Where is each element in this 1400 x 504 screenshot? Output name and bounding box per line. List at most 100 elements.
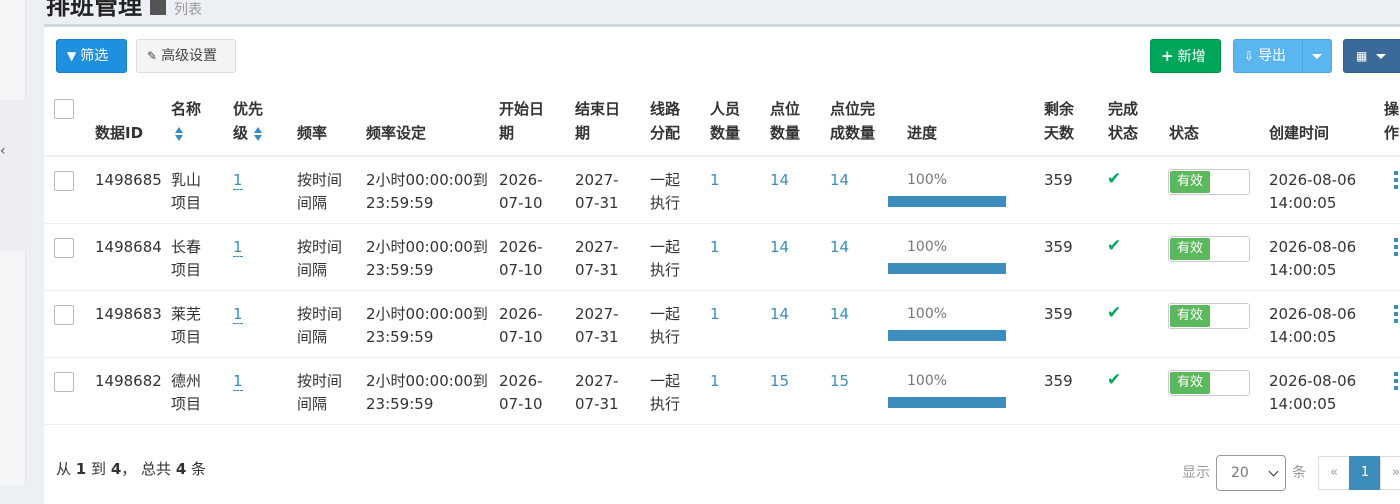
col-created-time[interactable]: 创建时间 (1269, 121, 1329, 145)
export-dropdown-toggle[interactable] (1302, 39, 1332, 73)
cell-route-l2: 执行 (650, 328, 681, 346)
progress-text: 100% (907, 239, 948, 255)
cell-created-time: 2026-08-06 14:00:05 (1269, 303, 1356, 349)
col-priority[interactable]: 优先 级 (233, 97, 263, 145)
col-progress[interactable]: 进度 (907, 121, 937, 145)
chevron-left-icon[interactable]: ‹ (0, 143, 6, 159)
col-complete-status[interactable]: 完成 状态 (1108, 97, 1138, 145)
status-toggle[interactable]: 有效 (1168, 370, 1250, 396)
cell-frequency: 按时间 间隔 (297, 303, 342, 349)
cell-priority[interactable]: 1 (233, 236, 243, 259)
col-priority-l1: 优先 (233, 100, 264, 118)
cell-done-link[interactable]: 14 (830, 236, 849, 259)
cell-people-link[interactable]: 1 (710, 370, 720, 393)
more-actions-icon[interactable] (1394, 305, 1398, 323)
cell-done-link[interactable]: 14 (830, 169, 849, 192)
page-size-select[interactable]: 20 (1216, 455, 1286, 491)
col-points-done[interactable]: 点位完 成数量 (830, 97, 875, 145)
cell-done-link[interactable]: 15 (830, 370, 849, 393)
cell-priority[interactable]: 1 (233, 370, 243, 393)
sort-icon[interactable] (175, 126, 183, 141)
priority-editable[interactable]: 1 (233, 239, 243, 257)
cell-fs-l1: 2小时00:00:00到 (366, 171, 488, 189)
columns-toggle-button[interactable]: ▦ (1343, 39, 1400, 73)
col-points[interactable]: 点位 数量 (770, 97, 800, 145)
cell-people-link[interactable]: 1 (710, 303, 720, 326)
col-frequency[interactable]: 频率 (297, 121, 327, 145)
more-actions-icon[interactable] (1394, 238, 1398, 256)
cell-start-l1: 2026- (499, 171, 543, 189)
add-button[interactable]: + 新增 (1150, 39, 1221, 73)
summary-from: 1 (75, 460, 87, 478)
cell-points-link[interactable]: 14 (770, 169, 789, 192)
cell-start-l2: 07-10 (499, 395, 543, 413)
cell-points-link[interactable]: 14 (770, 236, 789, 259)
sidebar-nav-block[interactable] (0, 100, 26, 250)
cell-fs-l1: 2小时00:00:00到 (366, 305, 488, 323)
cell-route-l2: 执行 (650, 395, 681, 413)
col-end-l1: 结束日 (575, 100, 621, 118)
cell-freq-l2: 间隔 (297, 395, 328, 413)
cell-frequency-setting: 2小时00:00:00到 23:59:59 (366, 169, 488, 215)
cell-points-link[interactable]: 14 (770, 303, 789, 326)
col-start-date[interactable]: 开始日 期 (499, 97, 544, 145)
col-end-date[interactable]: 结束日 期 (575, 97, 620, 145)
priority-editable[interactable]: 1 (233, 306, 243, 324)
col-route[interactable]: 线路 分配 (650, 97, 680, 145)
cell-remaining-days: 359 (1044, 305, 1073, 323)
status-toggle-label: 有效 (1170, 372, 1210, 394)
filter-button-label: 筛选 (80, 48, 109, 64)
status-toggle[interactable]: 有效 (1168, 236, 1250, 262)
status-toggle[interactable]: 有效 (1168, 303, 1250, 329)
wrench-icon: ✎ (147, 49, 158, 63)
col-status[interactable]: 状态 (1169, 121, 1199, 145)
filter-button[interactable]: ▼ 筛选 (56, 39, 127, 73)
cell-points-link[interactable]: 15 (770, 370, 789, 393)
cell-created-time: 2026-08-06 14:00:05 (1269, 370, 1356, 416)
cell-route-l2: 执行 (650, 194, 681, 212)
progress-bar (888, 330, 1006, 341)
progress-bar (888, 263, 1006, 274)
cell-start-date: 2026- 07-10 (499, 370, 543, 416)
col-id[interactable]: 数据ID (95, 121, 143, 145)
cell-priority[interactable]: 1 (233, 303, 243, 326)
priority-editable[interactable]: 1 (233, 172, 243, 190)
cell-name-l2: 项目 (171, 328, 202, 346)
select-all-checkbox[interactable] (54, 99, 74, 119)
cell-freq-l2: 间隔 (297, 194, 328, 212)
row-checkbox[interactable] (54, 171, 74, 191)
table-row: 1498683 莱芜 项目 1 按时间 间隔 2小时00:00:00到 23:59:59 202… (44, 291, 1400, 358)
col-remain-l2: 天数 (1044, 124, 1075, 142)
cell-fs-l2: 23:59:59 (366, 395, 434, 413)
col-operation[interactable]: 操 作 (1384, 97, 1399, 145)
sort-icon[interactable] (254, 126, 263, 141)
cell-name-l2: 项目 (171, 194, 202, 212)
add-button-label: 新增 (1177, 49, 1206, 65)
col-route-l1: 线路 (650, 100, 681, 118)
cell-people-link[interactable]: 1 (710, 236, 720, 259)
cell-end-date: 2027- 07-31 (575, 303, 619, 349)
cell-priority[interactable]: 1 (233, 169, 243, 192)
cell-name: 乳山 项目 (171, 169, 201, 215)
col-frequency-setting[interactable]: 频率设定 (366, 121, 426, 145)
col-people[interactable]: 人员 数量 (710, 97, 740, 145)
row-checkbox[interactable] (54, 238, 74, 258)
export-button[interactable]: ⇩ 导出 (1233, 39, 1303, 73)
list-panel: ▼ 筛选 ✎ 高级设置 + 新增 ⇩ 导出 ▦ 数据ID 名称 优先 级 频率 … (44, 24, 1400, 504)
more-actions-icon[interactable] (1394, 171, 1398, 189)
progress-text: 100% (907, 172, 948, 188)
row-checkbox[interactable] (54, 372, 74, 392)
status-toggle[interactable]: 有效 (1168, 169, 1250, 195)
col-remaining-days[interactable]: 剩余 天数 (1044, 97, 1074, 145)
cell-id: 1498683 (95, 305, 162, 323)
cell-remaining-days: 359 (1044, 372, 1073, 390)
row-checkbox[interactable] (54, 305, 74, 325)
priority-editable[interactable]: 1 (233, 373, 243, 391)
cell-people-link[interactable]: 1 (710, 169, 720, 192)
col-name[interactable]: 名称 (171, 97, 201, 145)
plus-icon: + (1161, 47, 1174, 65)
advanced-settings-button[interactable]: ✎ 高级设置 (136, 39, 236, 73)
download-icon: ⇩ (1244, 49, 1255, 63)
cell-done-link[interactable]: 14 (830, 303, 849, 326)
more-actions-icon[interactable] (1394, 372, 1398, 390)
